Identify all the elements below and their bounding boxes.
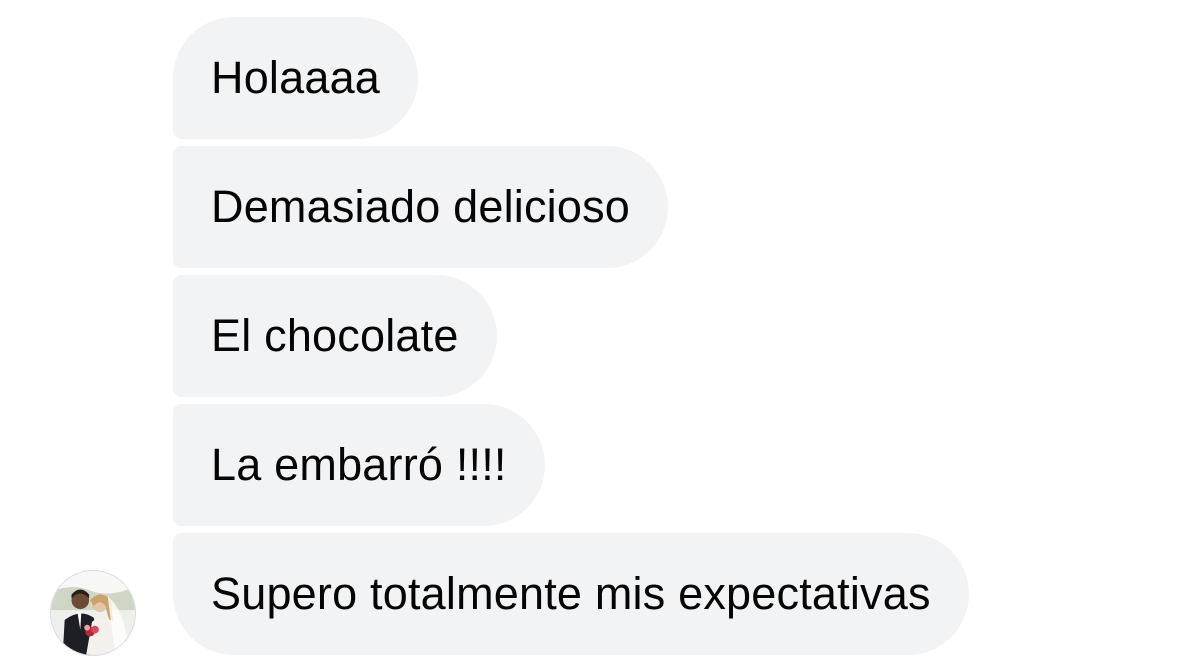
message-text: Holaaaa — [211, 52, 381, 103]
message-text: Demasiado delicioso — [211, 181, 631, 232]
message-text: Supero totalmente mis expectativas — [211, 568, 931, 619]
message-bubble[interactable]: Demasiado delicioso — [173, 146, 669, 268]
profile-photo-icon — [51, 571, 135, 655]
message-thread: Holaaaa Demasiado delicioso El chocolate… — [0, 0, 1200, 668]
message-bubble[interactable]: Supero totalmente mis expectativas — [173, 533, 969, 655]
message-text: La embarró !!!! — [211, 439, 507, 490]
message-text: El chocolate — [211, 310, 459, 361]
message-bubble[interactable]: La embarró !!!! — [173, 404, 545, 526]
message-bubble[interactable]: Holaaaa — [173, 17, 419, 139]
message-bubble[interactable]: El chocolate — [173, 275, 497, 397]
sender-avatar[interactable] — [50, 570, 136, 656]
